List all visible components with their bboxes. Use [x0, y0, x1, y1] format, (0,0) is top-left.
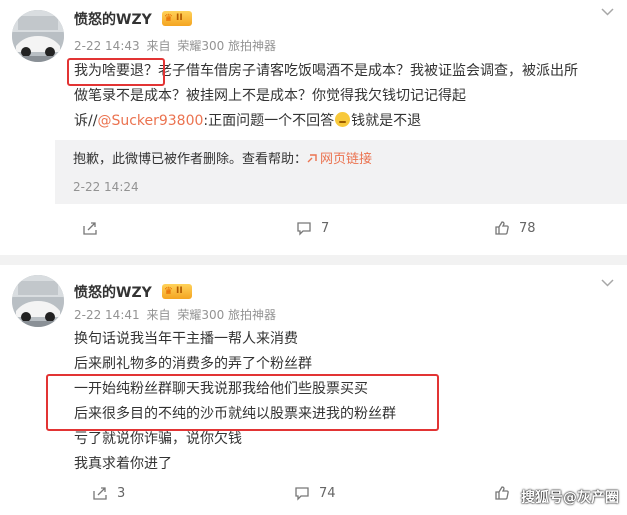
post-2: 愤怒的WZY ♛ II 2-22 14:41 来自 荣耀300 旅拍神器 换句话…: [0, 265, 627, 513]
comment-icon: [297, 222, 311, 236]
web-link[interactable]: 网页链接: [307, 152, 372, 167]
like-button[interactable]: [494, 485, 519, 501]
more-chevron-icon[interactable]: [601, 275, 614, 291]
post-date[interactable]: 2-22 14:43: [74, 39, 140, 53]
user-mention-link[interactable]: @Sucker93800: [97, 113, 203, 129]
thumbs-up-icon: [495, 221, 509, 235]
text-segment: :正面问题一个不回答: [203, 113, 335, 129]
like-count: 78: [519, 220, 536, 236]
source-prefix: 来自: [146, 308, 171, 322]
member-badge: ♛ II: [162, 284, 192, 299]
post-source: 荣耀300 旅拍神器: [177, 308, 277, 322]
post-text-line-1: 换句话说我当年干主播一帮人来消费: [74, 331, 298, 347]
repost-button[interactable]: 3: [92, 485, 125, 501]
member-badge: ♛ II: [162, 11, 192, 26]
watermark: 搜狐号@灰产圈: [521, 490, 619, 506]
comment-count: 7: [321, 220, 330, 236]
deleted-notice: 抱歉，此微博已被作者删除。查看帮助： 网页链接: [73, 148, 372, 167]
post-divider: [0, 255, 627, 265]
comment-button[interactable]: 7: [296, 220, 329, 236]
emoji-icon: [335, 112, 351, 127]
author-name[interactable]: 愤怒的WZY: [74, 9, 152, 29]
highlight-box: [46, 374, 439, 431]
repost-time: 2-22 14:24: [73, 180, 139, 194]
avatar[interactable]: [12, 275, 64, 327]
badge-level: II: [176, 286, 183, 296]
post-meta: 2-22 14:43 来自 荣耀300 旅拍神器: [74, 37, 279, 54]
share-icon: [83, 222, 97, 235]
web-link-label: 网页链接: [320, 152, 373, 167]
text-segment: 钱就是不退: [351, 113, 422, 129]
comment-icon: [295, 487, 309, 501]
source-prefix: 来自: [146, 39, 171, 53]
avatar[interactable]: [12, 10, 64, 62]
repost-button[interactable]: [82, 220, 107, 236]
link-icon: [307, 154, 317, 163]
highlight-box: [67, 58, 165, 86]
post-date[interactable]: 2-22 14:41: [74, 308, 140, 322]
crown-icon: ♛: [164, 286, 173, 297]
post-meta: 2-22 14:41 来自 荣耀300 旅拍神器: [74, 306, 279, 323]
repost-count: 3: [117, 485, 126, 501]
like-button[interactable]: 78: [494, 220, 536, 236]
post-source: 荣耀300 旅拍神器: [177, 39, 277, 53]
post-text-line-6: 我真求着你进了: [74, 456, 172, 472]
comment-count: 74: [319, 485, 336, 501]
comment-button[interactable]: 74: [294, 485, 336, 501]
repost-card: 抱歉，此微博已被作者删除。查看帮助： 网页链接 2-22 14:24: [55, 140, 627, 204]
share-icon: [93, 487, 107, 500]
author-name[interactable]: 愤怒的WZY: [74, 282, 152, 302]
badge-level: II: [176, 13, 183, 23]
post-text-line-3: 诉//@Sucker93800:正面问题一个不回答 钱就是不退: [74, 109, 421, 134]
crown-icon: ♛: [164, 13, 173, 24]
text-segment: 诉//: [74, 113, 98, 129]
action-bar: 7 78: [0, 210, 627, 250]
deleted-notice-text: 抱歉，此微博已被作者删除。查看帮助：: [73, 152, 308, 167]
more-chevron-icon[interactable]: [601, 4, 614, 20]
post-text-line-2: 做笔录不是成本？被挂网上不是成本？你觉得我欠钱切记记得起: [74, 88, 466, 104]
thumbs-up-icon: [495, 486, 509, 500]
post-1: 愤怒的WZY ♛ II 2-22 14:43 来自 荣耀300 旅拍神器 我为啥…: [0, 0, 627, 255]
